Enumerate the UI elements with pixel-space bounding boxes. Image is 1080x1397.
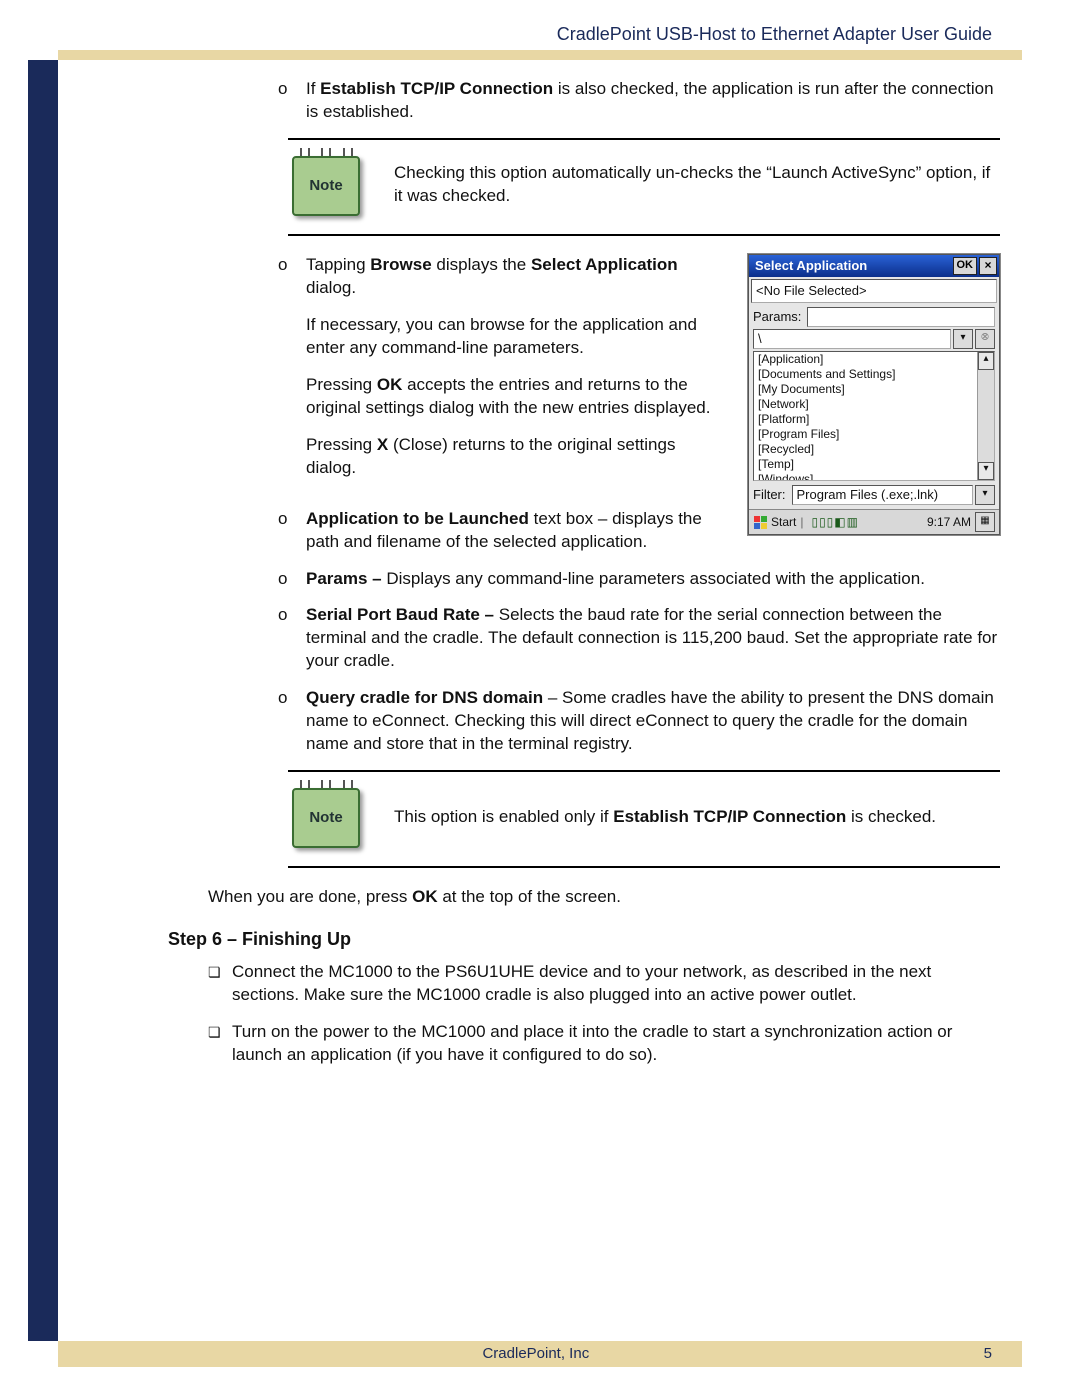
ok-button[interactable]: OK xyxy=(953,257,978,275)
list-item[interactable]: [Windows] xyxy=(758,472,976,481)
select-application-dialog: Select Application OK × <No File Selecte… xyxy=(748,254,1000,535)
list-item: Connect the MC1000 to the PS6U1UHE devic… xyxy=(232,961,1000,1007)
list-item: Turn on the power to the MC1000 and plac… xyxy=(232,1021,1000,1067)
checkbox-bullet-icon xyxy=(208,961,232,1007)
footer-bar: CradlePoint, Inc 5 xyxy=(58,1341,1022,1367)
chevron-down-icon[interactable]: ▾ xyxy=(953,329,973,349)
note-text: Checking this option automatically un-ch… xyxy=(394,162,1000,208)
up-folder-icon[interactable]: ⮿ xyxy=(975,329,995,349)
params-label: Params: xyxy=(753,308,801,326)
list-bullet: o xyxy=(278,568,306,591)
taskbar: Start | ▯▯▯◧▥ 9:17 AM ▦ xyxy=(749,509,999,534)
list-item: Params – Displays any command-line param… xyxy=(306,568,1000,591)
tray-icons[interactable]: ▯▯▯◧▥ xyxy=(811,514,859,530)
list-item: Query cradle for DNS domain – Some cradl… xyxy=(306,687,1000,756)
list-item: Application to be Launched text box – di… xyxy=(306,508,730,554)
header-accent-bar xyxy=(58,50,1022,60)
scroll-up-icon[interactable]: ▴ xyxy=(978,352,994,370)
scroll-down-icon[interactable]: ▾ xyxy=(978,462,994,480)
list-bullet: o xyxy=(278,78,306,124)
list-item[interactable]: [Application] xyxy=(758,352,976,367)
step-6-heading: Step 6 – Finishing Up xyxy=(168,927,1000,951)
note-icon: Note xyxy=(288,782,364,852)
scrollbar[interactable]: ▴ ▾ xyxy=(977,352,994,480)
filter-label: Filter: xyxy=(753,486,786,504)
list-item: Tapping Browse displays the Select Appli… xyxy=(306,254,730,494)
note-callout: Note Checking this option automatically … xyxy=(288,138,1000,236)
list-item[interactable]: [Temp] xyxy=(758,457,976,472)
list-item[interactable]: [Program Files] xyxy=(758,427,976,442)
list-item[interactable]: [Network] xyxy=(758,397,976,412)
filter-combo[interactable]: Program Files (.exe;.lnk) xyxy=(792,485,974,505)
note-text: This option is enabled only if Establish… xyxy=(394,806,936,829)
page-header-title: CradlePoint USB-Host to Ethernet Adapter… xyxy=(0,0,1080,46)
close-icon[interactable]: × xyxy=(979,257,997,275)
footer-page-number: 5 xyxy=(984,1344,992,1364)
list-item: Serial Port Baud Rate – Selects the baud… xyxy=(306,604,1000,673)
left-gutter xyxy=(0,60,28,1341)
note-icon: Note xyxy=(288,150,364,220)
sip-icon[interactable]: ▦ xyxy=(975,512,995,532)
windows-logo-icon[interactable] xyxy=(753,515,767,529)
checkbox-bullet-icon xyxy=(208,1021,232,1067)
list-item[interactable]: [My Documents] xyxy=(758,382,976,397)
list-bullet: o xyxy=(278,254,306,494)
closing-paragraph: When you are done, press OK at the top o… xyxy=(208,886,1000,909)
vertical-accent-bar xyxy=(28,60,58,1341)
note-callout: Note This option is enabled only if Esta… xyxy=(288,770,1000,868)
directory-list[interactable]: [Application] [Documents and Settings] [… xyxy=(753,351,995,481)
params-input[interactable] xyxy=(807,307,995,327)
list-item[interactable]: [Recycled] xyxy=(758,442,976,457)
path-combo[interactable]: \ xyxy=(753,329,951,349)
start-button[interactable]: Start xyxy=(771,514,796,530)
list-item[interactable]: [Documents and Settings] xyxy=(758,367,976,382)
list-bullet: o xyxy=(278,687,306,756)
list-item[interactable]: [Platform] xyxy=(758,412,976,427)
chevron-down-icon[interactable]: ▾ xyxy=(975,485,995,505)
dialog-title: Select Application xyxy=(755,257,953,275)
taskbar-clock: 9:17 AM xyxy=(927,514,971,530)
list-bullet: o xyxy=(278,508,306,554)
selected-file-field[interactable]: <No File Selected> xyxy=(751,279,997,303)
list-item: If Establish TCP/IP Connection is also c… xyxy=(306,78,1000,124)
footer-company: CradlePoint, Inc xyxy=(482,1344,589,1364)
list-bullet: o xyxy=(278,604,306,673)
